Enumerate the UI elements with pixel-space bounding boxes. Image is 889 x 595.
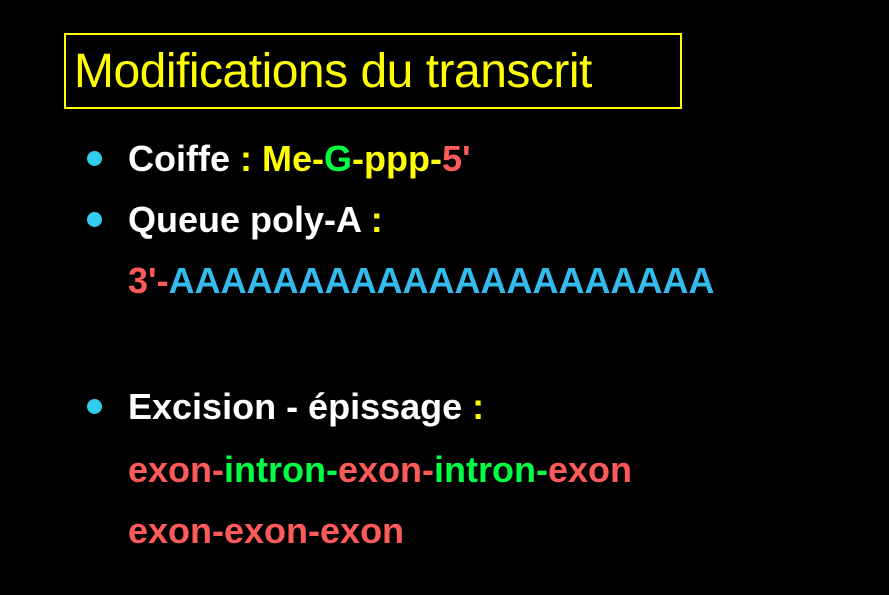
excision-label: Excision - épissage bbox=[128, 386, 463, 427]
bullet-excision bbox=[87, 399, 102, 414]
exon-3: exon bbox=[547, 449, 632, 490]
excision-separator: : bbox=[462, 386, 485, 427]
mature-mrna-sequence: exon-exon-exon bbox=[128, 511, 404, 551]
queue-label: Queue poly-A bbox=[128, 199, 361, 240]
coiffe-ppp: -ppp- bbox=[352, 138, 442, 179]
poly-a-3prime: 3'- bbox=[128, 260, 169, 301]
item-excision: Excision - épissage : bbox=[128, 387, 484, 427]
exon-2: exon- bbox=[337, 449, 434, 490]
poly-a-sequence: 3'-AAAAAAAAAAAAAAAAAAAAA bbox=[128, 261, 715, 301]
bullet-coiffe bbox=[87, 151, 102, 166]
queue-separator: : bbox=[360, 199, 383, 240]
item-queue-poly-a: Queue poly-A : bbox=[128, 200, 383, 240]
coiffe-me: Me- bbox=[262, 138, 324, 179]
bullet-queue-poly-a bbox=[87, 212, 102, 227]
coiffe-g: G bbox=[324, 138, 353, 179]
pre-mrna-sequence: exon-intron-exon-intron-exon bbox=[128, 450, 632, 490]
slide-title: Modifications du transcrit bbox=[74, 44, 592, 98]
exon-1: exon- bbox=[128, 449, 225, 490]
intron-1: intron- bbox=[224, 449, 338, 490]
intron-2: intron- bbox=[434, 449, 548, 490]
coiffe-separator: : bbox=[230, 138, 262, 179]
poly-a-tail: AAAAAAAAAAAAAAAAAAAAA bbox=[168, 260, 715, 301]
coiffe-5prime: 5' bbox=[441, 138, 471, 179]
spliced-exons: exon-exon-exon bbox=[128, 510, 405, 551]
coiffe-label: Coiffe bbox=[128, 138, 230, 179]
item-coiffe: Coiffe : Me-G-ppp-5' bbox=[128, 139, 471, 179]
slide-title-box: Modifications du transcrit bbox=[64, 33, 682, 109]
